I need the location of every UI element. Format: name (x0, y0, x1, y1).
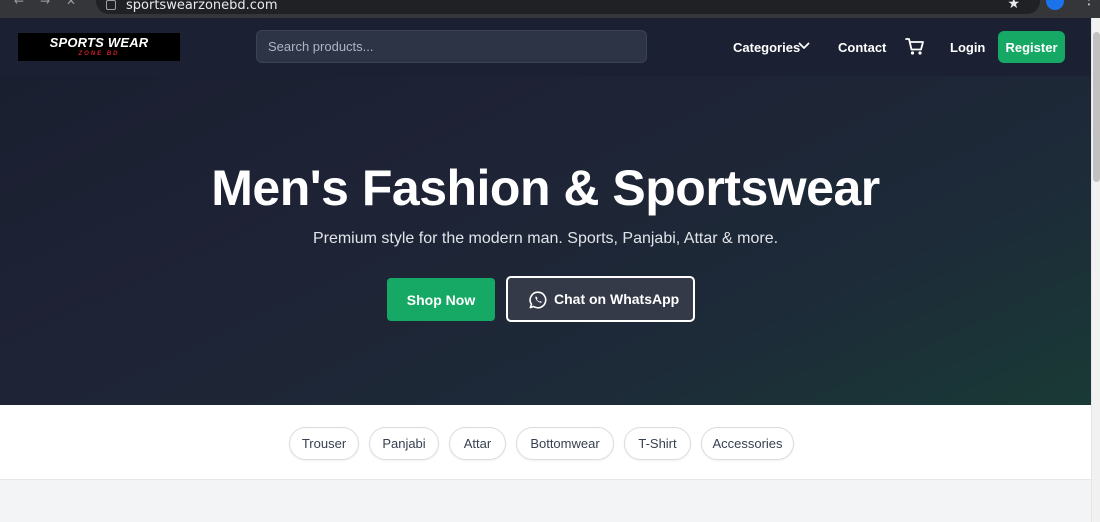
whatsapp-icon (529, 291, 547, 309)
site-header: SPORTS WEAR ZONE BD Categories Contact L… (0, 18, 1091, 76)
browser-menu-icon[interactable]: ⋮ (1082, 0, 1096, 8)
back-icon[interactable]: ← (12, 0, 26, 8)
content-area (0, 480, 1091, 522)
category-pill-bottomwear[interactable]: Bottomwear (516, 427, 614, 460)
address-url: sportswearzonebd.com (126, 0, 278, 13)
category-pill-trouser[interactable]: Trouser (289, 427, 359, 460)
category-pill-attar[interactable]: Attar (449, 427, 506, 460)
nav-login[interactable]: Login (950, 40, 985, 55)
cart-icon[interactable] (905, 37, 925, 56)
category-pill-accessories[interactable]: Accessories (701, 427, 794, 460)
profile-avatar[interactable] (1046, 0, 1064, 10)
category-bar: Trouser Panjabi Attar Bottomwear T-Shirt… (0, 405, 1091, 480)
site-info-icon[interactable] (106, 0, 116, 10)
whatsapp-button-label: Chat on WhatsApp (554, 291, 680, 307)
chevron-down-icon[interactable] (798, 41, 810, 51)
nav-categories[interactable]: Categories (733, 40, 800, 55)
hero-section: Men's Fashion & Sportswear Premium style… (0, 76, 1091, 405)
whatsapp-chat-button[interactable]: Chat on WhatsApp (506, 276, 695, 322)
bookmark-star-icon[interactable]: ★ (1007, 0, 1020, 12)
category-pill-panjabi[interactable]: Panjabi (369, 427, 439, 460)
logo-text-sub: ZONE BD (78, 51, 120, 57)
hero-title: Men's Fashion & Sportswear (211, 160, 880, 216)
forward-icon[interactable]: → (38, 0, 52, 8)
page-scrollbar[interactable] (1091, 18, 1100, 522)
browser-toolbar: ← → ✕ sportswearzonebd.com ★ ⋮ (0, 0, 1100, 18)
shop-now-button[interactable]: Shop Now (387, 278, 495, 321)
scrollbar-thumb[interactable] (1093, 32, 1100, 182)
logo-text-main: SPORTS WEAR (49, 35, 149, 50)
register-button[interactable]: Register (998, 31, 1065, 63)
site-logo[interactable]: SPORTS WEAR ZONE BD (18, 33, 180, 61)
nav-contact[interactable]: Contact (838, 40, 886, 55)
search-input[interactable] (256, 30, 647, 63)
address-bar[interactable]: sportswearzonebd.com ★ (96, 0, 1040, 14)
hero-subtitle: Premium style for the modern man. Sports… (312, 230, 779, 247)
close-icon[interactable]: ✕ (64, 0, 78, 8)
category-pill-tshirt[interactable]: T-Shirt (624, 427, 691, 460)
